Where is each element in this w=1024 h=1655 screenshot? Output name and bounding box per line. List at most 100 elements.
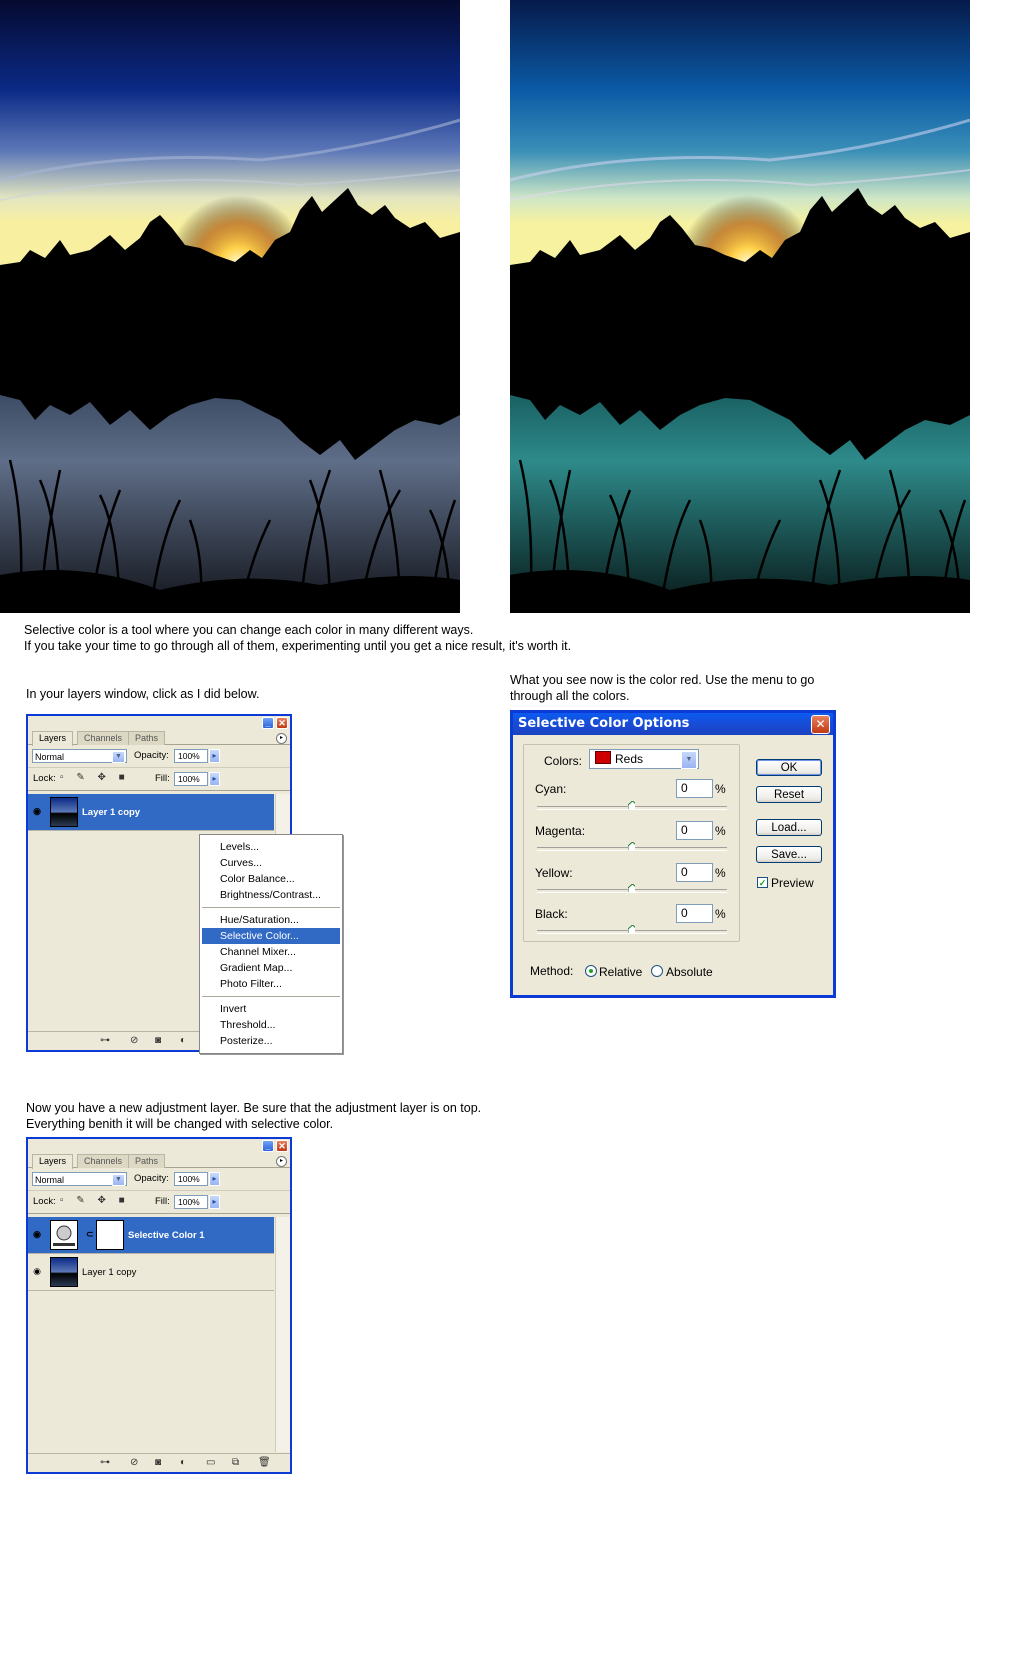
trash-icon[interactable]: 🗑 [258,1456,271,1470]
panel-tabs: Layers Channels Paths ▸ [28,730,290,746]
lock-label: Lock: [33,1196,56,1207]
eye-icon[interactable]: ◉ [31,1229,43,1240]
layer-row-layer-1-copy[interactable]: ◉ Layer 1 copy [28,794,274,831]
lock-icons[interactable]: ▫ ✎ ✥ ■ [60,772,130,783]
menu-item-threshold[interactable]: Threshold... [202,1017,340,1033]
menu-item-invert[interactable]: Invert [202,1001,340,1017]
method-label: Method: [530,964,574,978]
yellow-unit: % [715,866,726,880]
method-relative-radio[interactable] [585,965,597,977]
scrollbar[interactable] [275,794,290,834]
mask-icon[interactable]: ◙ [155,1034,161,1048]
intro-caption: Selective color is a tool where you can … [24,622,571,654]
magenta-field[interactable]: 0 [676,821,713,840]
adjustment-layer-icon[interactable]: ◐ [180,1456,186,1470]
opacity-label: Opacity: [134,750,169,761]
menu-item-selective-color[interactable]: Selective Color... [202,928,340,944]
menu-item-curves[interactable]: Curves... [202,855,340,871]
intro-line-2: If you take your time to go through all … [24,639,572,653]
blend-mode-select[interactable]: Normal ▼ [32,749,127,763]
yellow-slider-thumb[interactable] [628,884,635,892]
eye-icon[interactable]: ◉ [31,806,43,817]
mask-icon[interactable]: ◙ [155,1456,161,1470]
lock-icons[interactable]: ▫ ✎ ✥ ■ [60,1195,130,1206]
panel-menu-icon[interactable]: ▸ [276,1156,287,1167]
blend-row: Normal ▼ Opacity: 100% ▸ [28,1168,290,1190]
adjustment-caption: Now you have a new adjustment layer. Be … [26,1100,481,1132]
chevron-down-icon: ▼ [112,1174,125,1186]
panel-titlebar: _ ✕ [28,716,290,730]
menu-item-brightness-contrast[interactable]: Brightness/Contrast... [202,887,340,903]
minimize-button[interactable]: _ [262,1140,274,1152]
menu-item-gradient-map[interactable]: Gradient Map... [202,960,340,976]
scrollbar[interactable] [275,1217,290,1452]
layer-mask-thumbnail [96,1220,124,1250]
lock-label: Lock: [33,773,56,784]
close-icon[interactable]: ✕ [811,715,830,734]
adjustment-layer-icon[interactable]: ◐ [180,1034,186,1048]
menu-item-photo-filter[interactable]: Photo Filter... [202,976,340,992]
menu-item-posterize[interactable]: Posterize... [202,1033,340,1049]
preview-checkbox[interactable]: ✓ [757,877,768,888]
opacity-field[interactable]: 100% [174,1172,208,1186]
eye-icon[interactable]: ◉ [31,1266,43,1277]
colors-select[interactable]: Reds ▼ [589,749,699,769]
yellow-label: Yellow: [535,866,573,880]
link-icon[interactable]: ⊂ [86,1229,94,1240]
blend-row: Normal ▼ Opacity: 100% ▸ [28,745,290,767]
tab-layers[interactable]: Layers [32,731,74,746]
cyan-label: Cyan: [535,782,567,796]
close-button[interactable]: ✕ [276,717,288,729]
tab-paths[interactable]: Paths [128,1154,166,1168]
menu-item-hue-saturation[interactable]: Hue/Saturation... [202,912,340,928]
layers-list: ◉ ⊂ Selective Color 1 ◉ Layer 1 copy [28,1217,290,1452]
tab-channels[interactable]: Channels [77,731,130,745]
fill-field[interactable]: 100% [174,772,208,786]
opacity-field[interactable]: 100% [174,749,208,763]
load-button[interactable]: Load... [756,819,822,836]
black-slider-thumb[interactable] [628,925,635,933]
color-red-caption: What you see now is the color red. Use t… [510,672,814,704]
cyan-field[interactable]: 0 [676,779,713,798]
fill-field[interactable]: 100% [174,1195,208,1209]
cyan-unit: % [715,782,726,796]
save-button[interactable]: Save... [756,846,822,863]
blend-mode-select[interactable]: Normal ▼ [32,1172,127,1186]
close-button[interactable]: ✕ [276,1140,288,1152]
black-field[interactable]: 0 [676,904,713,923]
minimize-button[interactable]: _ [262,717,274,729]
magenta-slider-thumb[interactable] [628,842,635,850]
new-layer-icon[interactable]: ⧉ [232,1456,239,1470]
layer-style-icon[interactable]: ⊘ [130,1456,138,1470]
magenta-unit: % [715,824,726,838]
folder-icon[interactable]: ▭ [206,1456,215,1470]
link-icon[interactable]: ⊶ [100,1456,110,1470]
tab-layers[interactable]: Layers [32,1154,74,1169]
yellow-field[interactable]: 0 [676,863,713,882]
layer-row-selective-color-1[interactable]: ◉ ⊂ Selective Color 1 [28,1217,274,1254]
ok-button[interactable]: OK [756,759,822,776]
link-icon[interactable]: ⊶ [100,1034,110,1048]
layer-name: Layer 1 copy [82,807,141,818]
color-red-line-2: through all the colors. [510,689,630,703]
tab-paths[interactable]: Paths [128,731,166,745]
tab-channels[interactable]: Channels [77,1154,130,1168]
panel-menu-icon[interactable]: ▸ [276,733,287,744]
fill-arrow-icon[interactable]: ▸ [209,1195,220,1209]
menu-divider [202,907,340,908]
cyan-slider-thumb[interactable] [628,801,635,809]
reset-button[interactable]: Reset [756,786,822,803]
method-absolute-radio[interactable] [651,965,663,977]
adjustment-layer-menu: Levels... Curves... Color Balance... Bri… [199,834,343,1054]
opacity-arrow-icon[interactable]: ▸ [209,1172,220,1186]
opacity-arrow-icon[interactable]: ▸ [209,749,220,763]
menu-item-channel-mixer[interactable]: Channel Mixer... [202,944,340,960]
fill-arrow-icon[interactable]: ▸ [209,772,220,786]
adjustment-line-1: Now you have a new adjustment layer. Be … [26,1101,482,1115]
menu-item-levels[interactable]: Levels... [202,839,340,855]
panel-bottom-toolbar: ⊶ ⊘ ◙ ◐ ▭ ⧉ 🗑 [28,1453,290,1472]
layer-row-layer-1-copy[interactable]: ◉ Layer 1 copy [28,1254,274,1291]
menu-item-color-balance[interactable]: Color Balance... [202,871,340,887]
blend-mode-value: Normal [35,1175,65,1185]
layer-style-icon[interactable]: ⊘ [130,1034,138,1048]
